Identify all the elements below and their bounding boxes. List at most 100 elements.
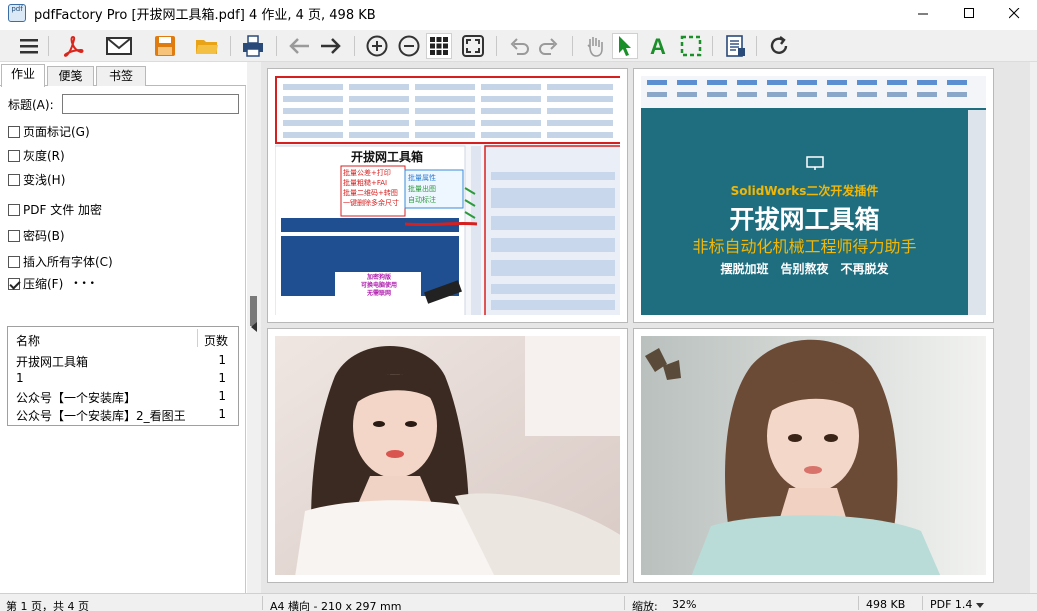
- option-embed-fonts[interactable]: 插入所有字体(C): [8, 253, 113, 270]
- main-toolbar: A: [0, 30, 1037, 62]
- select-tool-button[interactable]: [612, 33, 638, 59]
- page-3-content: [275, 336, 620, 575]
- minimize-icon: [917, 13, 928, 14]
- pdf-version-dropdown[interactable]: PDF 1.4: [930, 598, 985, 611]
- password-checkbox[interactable]: [8, 229, 20, 242]
- text-tool-button[interactable]: A: [646, 33, 672, 59]
- toolbar-separator: [230, 36, 231, 56]
- open-button[interactable]: [194, 33, 220, 59]
- panel-splitter[interactable]: [247, 62, 261, 593]
- presentation-icon: [806, 156, 824, 170]
- lighten-checkbox[interactable]: [8, 173, 20, 186]
- encrypt-label: PDF 文件 加密: [23, 203, 103, 217]
- close-icon: [1008, 7, 1019, 18]
- job-pages: 1: [218, 371, 226, 385]
- window-title: pdfFactory Pro [开拔网工具箱.pdf] 4 作业, 4 页, 4…: [34, 7, 376, 23]
- acrobat-button[interactable]: [60, 33, 86, 59]
- title-input[interactable]: [62, 94, 239, 114]
- pdffactory-app-icon: pdf: [8, 4, 26, 22]
- list-item[interactable]: 开拔网工具箱 1: [16, 353, 236, 371]
- back-button[interactable]: [286, 33, 312, 59]
- option-lighten[interactable]: 变浅(H): [8, 171, 65, 188]
- page-properties-button[interactable]: [722, 33, 748, 59]
- page-marks-checkbox[interactable]: [8, 125, 20, 138]
- select-arrow-icon: [619, 36, 631, 56]
- open-folder-icon: [196, 40, 218, 54]
- toolbar-separator: [712, 36, 713, 56]
- column-header-name[interactable]: 名称: [16, 332, 40, 349]
- menu-icon: [20, 39, 38, 54]
- email-button[interactable]: [106, 33, 132, 59]
- chevron-down-icon: [976, 603, 985, 608]
- grayscale-checkbox[interactable]: [8, 149, 20, 162]
- job-pages: 1: [218, 389, 226, 403]
- redo-button[interactable]: [536, 33, 562, 59]
- toolbar-separator: [572, 36, 573, 56]
- callout-text: 批量属性: [408, 174, 436, 182]
- grayscale-label: 灰度(R): [23, 149, 65, 163]
- maximize-icon: [963, 7, 974, 18]
- list-item[interactable]: 公众号【一个安装库】2_看图王 1: [16, 407, 236, 425]
- status-page: 第 1 页，共 4 页: [6, 600, 89, 611]
- page-1-content: 开拔网工具箱 批量公差+打印 批量粗糙+FAI 批量二维码+转图 一键删除多余尺…: [275, 76, 620, 315]
- tab-jobs[interactable]: 作业: [1, 64, 45, 87]
- hand-tool-button[interactable]: [582, 33, 608, 59]
- page-thumbnail-2[interactable]: SolidWorks二次开发插件 开拔网工具箱 非标自动化机械工程师得力助手 摆…: [633, 68, 994, 323]
- encrypt-checkbox[interactable]: [8, 203, 20, 216]
- page-1-right-callouts: 批量属性 批量出图 自动标注: [408, 173, 464, 206]
- list-item[interactable]: 11: [16, 371, 236, 389]
- page-thumbnail-4[interactable]: [633, 328, 994, 583]
- close-button[interactable]: [991, 0, 1037, 26]
- hand-tool-icon: [587, 37, 603, 57]
- page-4-content: [641, 336, 986, 575]
- collapse-arrow-icon[interactable]: [250, 322, 258, 332]
- option-grayscale[interactable]: 灰度(R): [8, 147, 65, 164]
- option-password[interactable]: 密码(B): [8, 227, 65, 244]
- page-thumbnail-1[interactable]: 开拔网工具箱 批量公差+打印 批量粗糙+FAI 批量二维码+转图 一键删除多余尺…: [267, 68, 628, 323]
- option-page-marks[interactable]: 页面标记(G): [8, 123, 90, 140]
- option-encrypt[interactable]: PDF 文件 加密: [8, 201, 102, 218]
- fit-page-button[interactable]: [460, 33, 486, 59]
- app-window: pdf pdfFactory Pro [开拔网工具箱.pdf] 4 作业, 4 …: [0, 0, 1037, 611]
- more-options-button[interactable]: • • •: [73, 279, 95, 289]
- option-compress[interactable]: 压缩(F) • • •: [8, 275, 95, 292]
- embed-fonts-checkbox[interactable]: [8, 255, 20, 268]
- print-button[interactable]: [240, 33, 266, 59]
- compress-checkbox[interactable]: [8, 277, 20, 290]
- password-label: 密码(B): [23, 229, 65, 243]
- status-zoom-value[interactable]: 32%: [672, 598, 696, 611]
- print-icon: [243, 35, 263, 57]
- tab-notes[interactable]: 便笺: [47, 66, 94, 86]
- refresh-button[interactable]: [766, 33, 792, 59]
- tab-bookmarks[interactable]: 书签: [96, 66, 146, 86]
- page-2-menu-icons: [647, 80, 967, 97]
- vertical-scrollbar[interactable]: [1030, 62, 1037, 593]
- forward-arrow-icon: [321, 38, 341, 54]
- email-icon: [106, 37, 132, 55]
- crop-select-button[interactable]: [678, 33, 704, 59]
- zoom-in-button[interactable]: [364, 33, 390, 59]
- column-header-pages[interactable]: 页数: [204, 332, 228, 349]
- page-2-side-panel: [968, 110, 986, 315]
- list-item[interactable]: 公众号【一个安装库】 1: [16, 389, 236, 407]
- page-2-subtitle: 非标自动化机械工程师得力助手: [692, 237, 917, 256]
- undo-button[interactable]: [506, 33, 532, 59]
- grid-view-button[interactable]: [426, 33, 452, 59]
- maximize-button[interactable]: [946, 0, 992, 26]
- forward-button[interactable]: [318, 33, 344, 59]
- callout-text: 批量粗糙+FAI: [343, 179, 388, 187]
- page-2-slogans: 摆脱加班 告别熬夜 不再脱发: [720, 262, 889, 276]
- portrait-photo-1: [275, 336, 620, 575]
- save-button[interactable]: [152, 33, 178, 59]
- zoom-out-button[interactable]: [396, 33, 422, 59]
- minimize-button[interactable]: [900, 0, 946, 26]
- page-marks-label: 页面标记(G): [23, 125, 90, 139]
- refresh-icon: [770, 36, 788, 54]
- job-name: 公众号【一个安装库】: [16, 391, 137, 405]
- menu-button[interactable]: [16, 33, 42, 59]
- status-separator: [858, 596, 859, 610]
- status-separator: [624, 596, 625, 610]
- page-thumbnail-3[interactable]: [267, 328, 628, 583]
- toolbar-separator: [756, 36, 757, 56]
- zoom-out-icon: [398, 35, 420, 57]
